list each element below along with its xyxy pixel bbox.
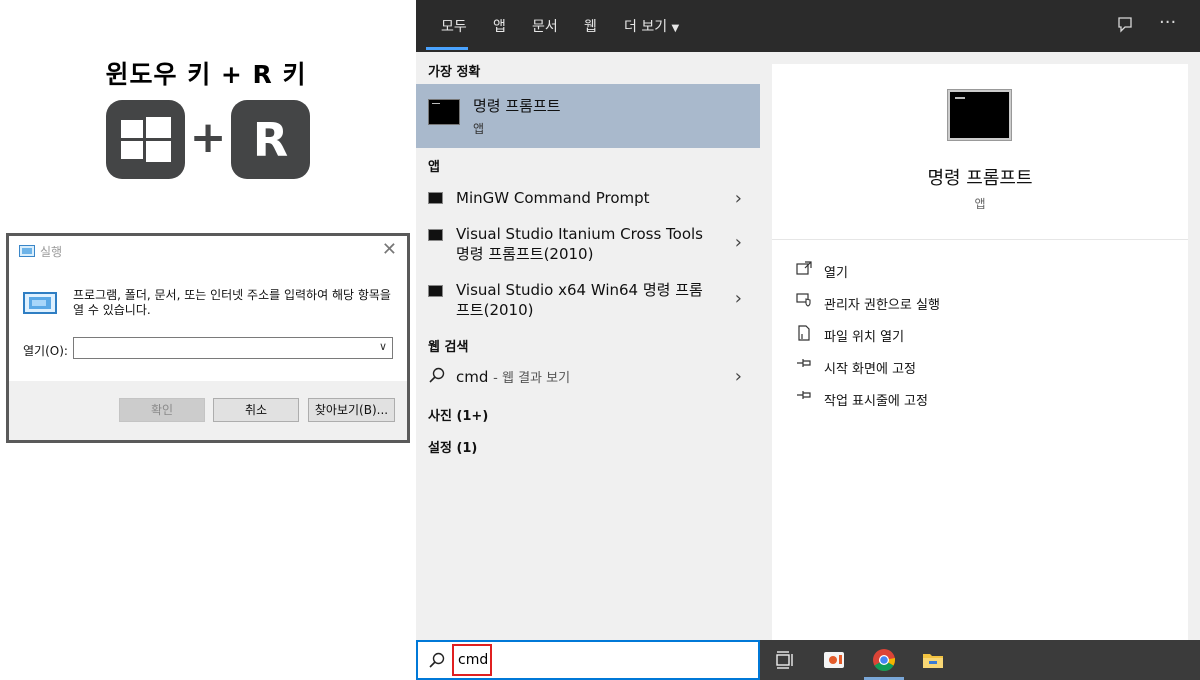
preview-pane: 명령 프롬프트 앱 열기 관리자 권한으로 실행 파일 위치 열기 시작 화면에… bbox=[772, 64, 1188, 640]
command-prompt-icon bbox=[428, 192, 443, 204]
search-icon bbox=[428, 366, 446, 388]
active-tab-indicator bbox=[426, 47, 468, 50]
run-dialog-title: 실행 bbox=[40, 245, 63, 259]
more-options-icon[interactable]: ··· bbox=[1159, 12, 1176, 33]
tab-documents[interactable]: 문서 bbox=[532, 16, 558, 36]
best-match-subtitle: 앱 bbox=[473, 122, 485, 136]
browse-button[interactable]: 찾아보기(B)... bbox=[308, 398, 395, 422]
search-icon bbox=[428, 651, 446, 673]
preview-title: 명령 프롬프트 bbox=[927, 168, 1033, 189]
run-app-icon bbox=[23, 292, 57, 314]
caret-down-icon: ▼ bbox=[671, 23, 680, 34]
tab-more[interactable]: 더 보기 ▼ bbox=[624, 16, 679, 36]
list-item[interactable]: MinGW Command Prompt › bbox=[416, 186, 760, 214]
run-description: 프로그램, 폴더, 문서, 또는 인터넷 주소를 입력하여 해당 항목을 열 수… bbox=[73, 288, 391, 317]
best-match-header: 가장 정확 bbox=[428, 65, 481, 80]
results-list: 가장 정확 명령 프롬프트 앱 앱 MinGW Command Prompt ›… bbox=[416, 52, 760, 640]
search-input[interactable]: cmd bbox=[452, 644, 492, 676]
chevron-right-icon[interactable]: › bbox=[735, 232, 742, 253]
taskbar-search-box[interactable]: cmd bbox=[416, 640, 760, 680]
open-label: 열기(O): bbox=[23, 344, 68, 358]
task-view-icon[interactable] bbox=[773, 648, 797, 672]
app-label: Visual Studio x64 Win64 명령 프롬프트(2010) bbox=[456, 281, 703, 319]
run-dialog: 실행 ✕ 프로그램, 폴더, 문서, 또는 인터넷 주소를 입력하여 해당 항목… bbox=[6, 233, 410, 443]
web-query: cmd bbox=[456, 368, 489, 386]
web-query-suffix: - 웹 결과 보기 bbox=[493, 371, 571, 386]
admin-shield-icon bbox=[796, 293, 814, 311]
ok-button[interactable]: 확인 bbox=[119, 398, 205, 422]
list-item[interactable]: Visual Studio Itanium Cross Tools 명령 프롬프… bbox=[416, 224, 760, 268]
action-label: 관리자 권한으로 실행 bbox=[824, 298, 940, 313]
run-app-icon bbox=[19, 245, 35, 257]
tab-web[interactable]: 웹 bbox=[584, 16, 597, 36]
tab-all[interactable]: 모두 bbox=[441, 16, 467, 36]
r-key: R bbox=[231, 100, 310, 179]
command-prompt-icon bbox=[948, 90, 1011, 140]
plus-sign: + bbox=[189, 112, 227, 163]
tab-more-label: 더 보기 bbox=[624, 19, 668, 35]
preview-subtitle: 앱 bbox=[974, 197, 986, 211]
action-label: 파일 위치 열기 bbox=[824, 330, 905, 345]
feedback-icon[interactable] bbox=[1116, 16, 1134, 38]
best-match-title: 명령 프롬프트 bbox=[473, 97, 561, 115]
file-location-icon bbox=[796, 325, 814, 345]
search-panel: 모두 앱 문서 웹 더 보기 ▼ ··· 가장 정확 명령 프롬프트 앱 앱 M… bbox=[416, 0, 1200, 640]
pin-icon bbox=[796, 357, 814, 373]
apps-header: 앱 bbox=[428, 160, 440, 175]
run-footer: 확인 취소 찾아보기(B)... bbox=[9, 381, 407, 440]
run-titlebar: 실행 ✕ bbox=[9, 236, 407, 268]
chrome-icon[interactable] bbox=[872, 648, 896, 672]
app-label: MinGW Command Prompt bbox=[456, 189, 650, 207]
chevron-right-icon[interactable]: › bbox=[735, 366, 742, 387]
app-label: Visual Studio Itanium Cross Tools 명령 프롬프… bbox=[456, 225, 703, 263]
windows-logo-icon bbox=[121, 117, 171, 162]
action-label: 시작 화면에 고정 bbox=[824, 362, 916, 377]
tab-apps[interactable]: 앱 bbox=[493, 16, 506, 36]
command-prompt-icon bbox=[428, 229, 443, 241]
web-search-header: 웹 검색 bbox=[428, 340, 469, 355]
open-input[interactable]: ∨ bbox=[73, 337, 393, 359]
photos-app-icon[interactable] bbox=[822, 648, 846, 672]
file-explorer-icon[interactable] bbox=[921, 648, 945, 672]
action-label: 작업 표시줄에 고정 bbox=[824, 394, 928, 409]
best-match-item[interactable]: 명령 프롬프트 앱 bbox=[416, 84, 760, 148]
open-icon bbox=[796, 261, 814, 279]
preview-header: 명령 프롬프트 앱 bbox=[772, 64, 1188, 240]
windows-key bbox=[106, 100, 185, 179]
photos-header[interactable]: 사진 (1+) bbox=[428, 405, 488, 424]
command-prompt-icon bbox=[428, 285, 443, 297]
command-prompt-icon bbox=[428, 99, 460, 125]
list-item[interactable]: Visual Studio x64 Win64 명령 프롬프트(2010) › bbox=[416, 280, 760, 324]
action-label: 열기 bbox=[824, 266, 848, 281]
close-icon[interactable]: ✕ bbox=[382, 240, 397, 260]
web-result-item[interactable]: cmd - 웹 결과 보기 › bbox=[416, 366, 760, 392]
shortcut-title: 윈도우 키 + R 키 bbox=[105, 60, 307, 89]
cancel-button[interactable]: 취소 bbox=[213, 398, 299, 422]
settings-header[interactable]: 설정 (1) bbox=[428, 437, 477, 456]
pin-icon bbox=[796, 389, 814, 405]
chevron-right-icon[interactable]: › bbox=[735, 288, 742, 309]
taskbar: cmd bbox=[416, 640, 1200, 680]
chevron-down-icon[interactable]: ∨ bbox=[379, 340, 387, 353]
search-tabs-bar: 모두 앱 문서 웹 더 보기 ▼ ··· bbox=[416, 0, 1200, 52]
chevron-right-icon[interactable]: › bbox=[735, 188, 742, 209]
